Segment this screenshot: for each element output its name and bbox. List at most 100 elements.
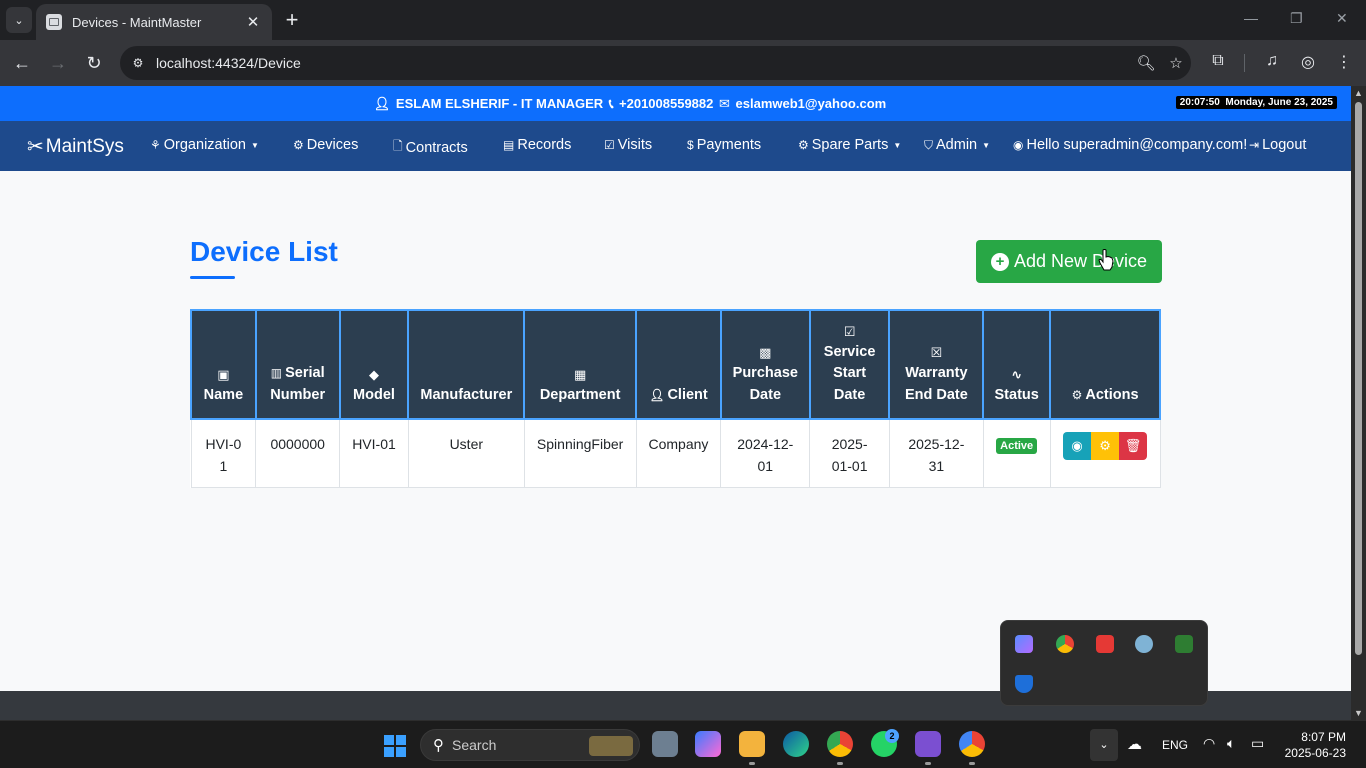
chrome-app-icon[interactable] — [827, 731, 853, 757]
battery-icon[interactable]: ▭ — [1251, 735, 1264, 752]
cell-actions: ◉ ⚙ 🗑︎ — [1049, 418, 1161, 488]
nav-payments[interactable]: $ Payments — [687, 137, 761, 153]
back-arrow-icon[interactable]: ← — [10, 51, 34, 75]
address-bar[interactable]: ⚙ localhost:44324/Device 🔍︎ ☆ — [120, 46, 1191, 80]
search-highlight-image — [589, 736, 633, 756]
nav-organization[interactable]: ⚘ Organization ▼ — [150, 137, 259, 153]
nav-label: Admin — [936, 137, 978, 153]
taskbar-search[interactable]: ⚲ Search — [420, 729, 640, 761]
envelope-icon: ✉ — [719, 96, 730, 111]
file-icon: 🗋︎ — [393, 139, 403, 153]
database-tray-icon[interactable] — [1135, 635, 1153, 653]
view-button[interactable]: ◉ — [1063, 432, 1092, 460]
reload-icon[interactable]: ↻ — [82, 51, 106, 75]
scroll-down-icon[interactable]: ▼ — [1354, 708, 1363, 718]
row-actions: ◉ ⚙ 🗑︎ — [1063, 432, 1148, 460]
forward-arrow-icon[interactable]: → — [46, 51, 70, 75]
add-new-device-button[interactable]: + Add New Device — [976, 240, 1162, 283]
taskbar-clock[interactable]: 8:07 PM 2025-06-23 — [1285, 729, 1346, 761]
volume-icon[interactable]: 🔈︎ — [1227, 735, 1235, 752]
url-text[interactable]: localhost:44324/Device — [156, 55, 1131, 71]
money-icon: $ — [687, 138, 694, 152]
gear-icon: ⚙ — [1071, 387, 1083, 402]
nav-label: Organization — [163, 137, 246, 153]
scroll-up-icon[interactable]: ▲ — [1354, 88, 1363, 98]
wifi-icon[interactable]: ◠ — [1203, 735, 1215, 752]
tag-icon: ▣ — [217, 366, 230, 382]
page-scrollbar[interactable]: ▲ ▼ — [1351, 86, 1366, 720]
nav-logout[interactable]: ⇥ Logout — [1249, 137, 1306, 153]
header-department[interactable]: ▦ Department — [523, 309, 638, 420]
nav-hello-user[interactable]: ◉ Hello superadmin@company.com! — [1013, 137, 1247, 153]
nav-label: Spare Parts — [811, 137, 889, 153]
scrollbar-thumb[interactable] — [1355, 102, 1362, 655]
header-warranty-end-date[interactable]: ☒ Warranty End Date — [888, 309, 985, 420]
nav-devices[interactable]: ⚙ Devices — [293, 137, 358, 153]
topbar-user: ESLAM ELSHERIF - IT MANAGER — [395, 96, 604, 111]
visual-studio-icon[interactable] — [915, 731, 941, 757]
device-icon: ⚙ — [293, 138, 304, 152]
header-name[interactable]: ▣ Name — [190, 309, 257, 420]
profile-icon[interactable]: ◎ — [1297, 52, 1319, 72]
hidden-icons-popup — [1000, 620, 1208, 706]
language-indicator[interactable]: ENG — [1162, 738, 1188, 752]
maximize-icon[interactable]: ❐ — [1290, 10, 1303, 27]
main-navbar: ✂ MaintSys ⚘ Organization ▼ ⚙ Devices 🗋︎… — [0, 121, 1351, 171]
copilot-tray-icon[interactable] — [1015, 635, 1033, 653]
cell-client: Company — [635, 418, 722, 488]
minimize-icon[interactable]: — — [1244, 10, 1258, 26]
delete-button[interactable]: 🗑︎ — [1119, 432, 1148, 460]
header-model[interactable]: ◆ Model — [338, 309, 410, 420]
gear-icon: ⚙ — [1099, 438, 1111, 453]
security-shield-tray-icon[interactable] — [1015, 675, 1033, 693]
user-icon: 👤︎ — [649, 387, 665, 402]
zoom-icon[interactable]: 🔍︎ — [1131, 54, 1161, 72]
phone-icon: 📞︎ — [608, 96, 614, 111]
page-title: Device List — [190, 236, 338, 267]
close-window-icon[interactable]: ✕ — [1336, 10, 1348, 27]
nav-visits[interactable]: ☑ Visits — [604, 137, 652, 153]
nav-admin[interactable]: ⛉ Admin ▼ — [924, 137, 990, 153]
header-manufacturer[interactable]: Manufacturer — [407, 309, 526, 420]
topbar-time: 20:07:50 — [1179, 97, 1220, 108]
browser-tabstrip: ⌄ Devices - MaintMaster ✕ + — ❐ ✕ — [0, 0, 1366, 40]
anydesk-tray-icon[interactable] — [1096, 635, 1114, 653]
edit-button[interactable]: ⚙ — [1091, 432, 1120, 460]
tools-icon: ✂ — [27, 136, 44, 158]
header-serial-number[interactable]: ▥ Serial Number — [254, 309, 341, 420]
header-service-start-date[interactable]: ☑ Service Start Date — [808, 309, 891, 420]
whatsapp-notification-badge: 2 — [885, 729, 899, 743]
nav-spare-parts[interactable]: ⚙ Spare Parts ▼ — [798, 137, 901, 153]
edge-browser-icon[interactable] — [783, 731, 809, 757]
tab-close-icon[interactable]: ✕ — [244, 13, 262, 31]
brand-logo[interactable]: ✂ MaintSys — [27, 134, 124, 159]
site-info-icon[interactable]: ⚙ — [130, 55, 146, 71]
chrome-canary-icon[interactable] — [959, 731, 985, 757]
file-explorer-icon[interactable] — [739, 731, 765, 757]
header-purchase-date[interactable]: ▩ Purchase Date — [719, 309, 811, 420]
tab-search-button[interactable]: ⌄ — [6, 7, 32, 33]
running-indicator — [749, 762, 755, 765]
nvidia-tray-icon[interactable] — [1175, 635, 1193, 653]
cell-status: Active — [982, 418, 1051, 488]
nav-contracts[interactable]: 🗋︎ Contracts — [393, 137, 468, 158]
new-tab-button[interactable]: + — [280, 8, 304, 32]
menu-kebab-icon[interactable]: ⋮ — [1333, 52, 1355, 72]
bookmark-star-icon[interactable]: ☆ — [1161, 54, 1191, 72]
onedrive-cloud-icon[interactable]: ☁ — [1127, 735, 1142, 753]
browser-tab-active[interactable]: Devices - MaintMaster ✕ — [36, 4, 272, 40]
header-status[interactable]: ∿ Status — [982, 309, 1052, 420]
shield-icon: ⛉ — [924, 137, 934, 152]
windows-start-icon[interactable] — [384, 735, 406, 757]
copilot-app-icon[interactable] — [695, 731, 721, 757]
nav-records[interactable]: ▤ Records — [503, 137, 571, 153]
media-control-icon[interactable]: ♫ — [1261, 52, 1283, 70]
browser-toolbar: ← → ↻ ⚙ localhost:44324/Device 🔍︎ ☆ ⧉ ♫ … — [0, 40, 1366, 86]
extensions-icon[interactable]: ⧉ — [1207, 52, 1229, 70]
chrome-tray-icon[interactable] — [1056, 635, 1074, 653]
show-hidden-icons-button[interactable]: ⌄ — [1090, 729, 1118, 761]
task-view-icon[interactable] — [652, 731, 678, 757]
nav-label: Visits — [617, 137, 653, 153]
windows-taskbar: ⚲ Search 2 ⌄ ☁ ENG ◠ 🔈︎ ▭ 8:07 PM 2025-0… — [0, 720, 1366, 768]
header-client[interactable]: 👤︎ Client — [635, 309, 722, 420]
